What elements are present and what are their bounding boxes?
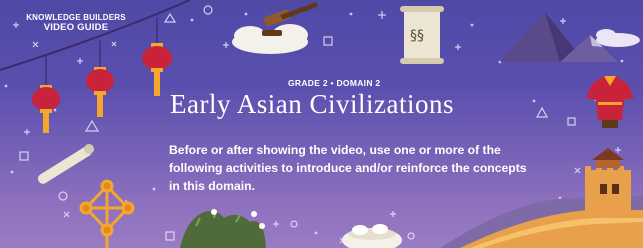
page-title: Early Asian Civilizations [170, 89, 454, 119]
lantern-3 [142, 43, 172, 96]
brand-label: KNOWLEDGE BUILDERS VIDEO GUIDE [20, 13, 132, 33]
shrub-icon [180, 208, 266, 248]
robe-icon [586, 76, 634, 128]
watchtower [585, 148, 631, 214]
grade-domain-label: GRADE 2 • DOMAIN 2 [288, 78, 381, 88]
intro-text: Before or after showing the video, use o… [169, 143, 527, 193]
gavel-on-cloud-icon [232, 1, 318, 54]
brand-line-2: VIDEO GUIDE [43, 22, 109, 33]
bowl-icon [342, 224, 402, 248]
svg-text:§§: §§ [410, 28, 424, 44]
rolled-scroll-icon [37, 144, 94, 184]
scroll-icon: §§ [400, 6, 444, 64]
video-guide-banner: §§ KNOWLEDGE BUILDERS VIDEO GUIDE GRADE … [0, 0, 643, 248]
lantern-2 [86, 67, 114, 117]
banner-illustrations: §§ [0, 0, 643, 248]
abacus-icon [79, 179, 135, 248]
mountains-icon [500, 12, 640, 62]
